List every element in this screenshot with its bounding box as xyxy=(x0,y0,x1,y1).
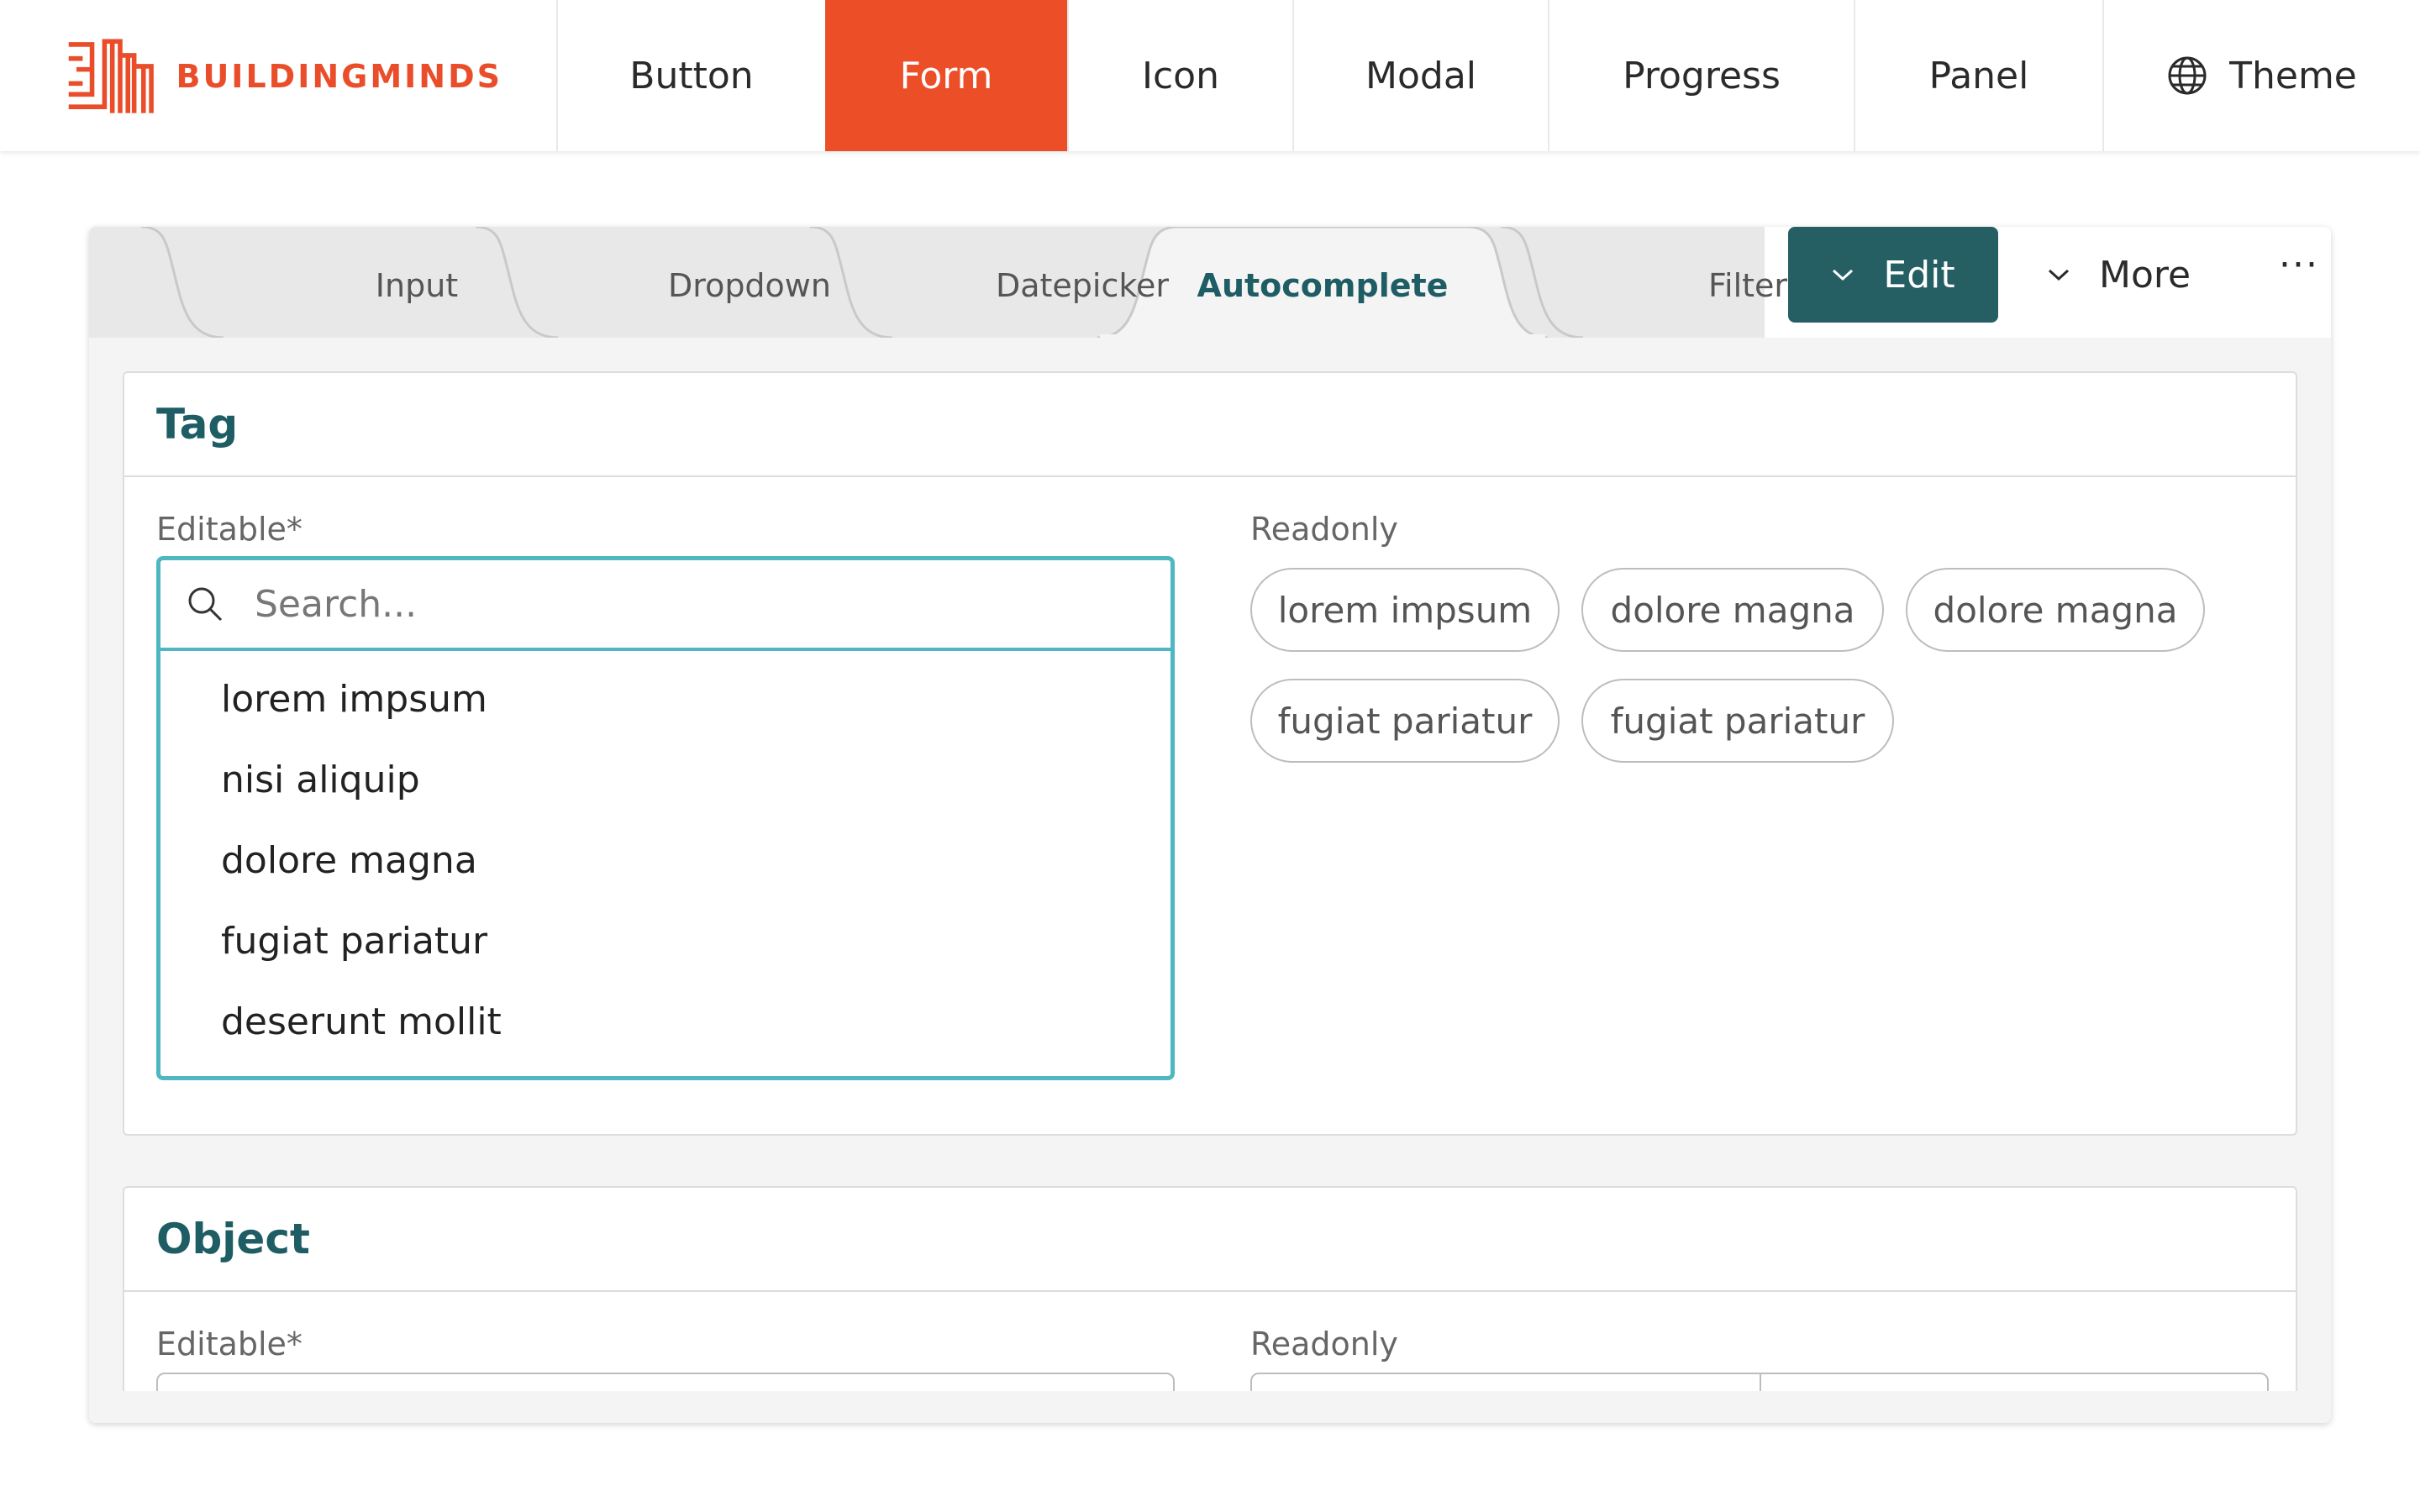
brand-name: BUILDINGMINDS xyxy=(176,58,502,95)
nav-item-panel[interactable]: Panel xyxy=(1854,0,2102,151)
nav-item-theme-label: Theme xyxy=(2229,54,2357,97)
readonly-label: Readonly xyxy=(1250,511,1398,548)
readonly-chip: dolore magna xyxy=(1581,568,1884,652)
form-card: Input Dropdown Datepicker Autocomplete F… xyxy=(89,227,2331,1423)
object-section-header: Object xyxy=(124,1188,2296,1292)
object-section: Object Editable* Readonly xyxy=(123,1186,2297,1423)
option-item[interactable]: deserunt mollit xyxy=(160,982,1171,1063)
object-section-title: Object xyxy=(156,1215,310,1263)
more-button-label: More xyxy=(2099,253,2191,297)
tab-input[interactable]: Input xyxy=(240,267,593,309)
search-input[interactable] xyxy=(255,582,1011,626)
brand-logo[interactable]: BUILDINGMINDS xyxy=(66,30,502,123)
readonly-label: Readonly xyxy=(1250,1326,1398,1362)
tab-dropdown[interactable]: Dropdown xyxy=(573,267,926,309)
nav-item-icon[interactable]: Icon xyxy=(1067,0,1292,151)
autocomplete-combobox: lorem impsum nisi aliquip dolore magna f… xyxy=(156,556,1175,1080)
top-navigation: BUILDINGMINDS Button Form Icon Modal Pro… xyxy=(0,0,2420,151)
tag-section: Tag Editable* Readonly lorem impsum nisi… xyxy=(123,371,2297,1136)
tag-section-title: Tag xyxy=(156,400,239,449)
nav-item-modal[interactable]: Modal xyxy=(1292,0,1548,151)
more-button[interactable]: More xyxy=(2047,227,2191,323)
nav-item-button[interactable]: Button xyxy=(556,0,825,151)
option-item[interactable]: dolore magna xyxy=(160,821,1171,901)
overflow-menu-icon[interactable]: ··· xyxy=(2279,244,2319,286)
autocomplete-search-bar[interactable] xyxy=(160,560,1171,651)
chevron-down-icon xyxy=(2048,269,2070,281)
form-tabbar: Input Dropdown Datepicker Autocomplete F… xyxy=(89,227,2331,338)
tab-autocomplete[interactable]: Autocomplete xyxy=(1144,267,1501,309)
readonly-chip: lorem impsum xyxy=(1250,568,1560,652)
option-item[interactable]: nisi aliquip xyxy=(160,740,1171,821)
editable-label: Editable* xyxy=(156,1326,302,1362)
option-item[interactable]: lorem impsum xyxy=(160,659,1171,740)
search-icon xyxy=(188,587,223,622)
edit-button-label: Edit xyxy=(1883,253,1955,297)
editable-label: Editable* xyxy=(156,511,302,548)
edit-button[interactable]: Edit xyxy=(1788,227,1998,323)
readonly-chip: dolore magna xyxy=(1906,568,2205,652)
chevron-down-icon xyxy=(1833,269,1854,281)
readonly-chip: fugiat pariatur xyxy=(1581,679,1894,763)
tag-section-header: Tag xyxy=(124,373,2296,477)
nav-item-form[interactable]: Form xyxy=(825,0,1067,151)
nav-item-theme[interactable]: Theme xyxy=(2102,0,2420,151)
buildingminds-logo-icon xyxy=(68,39,154,113)
autocomplete-options: lorem impsum nisi aliquip dolore magna f… xyxy=(160,651,1171,1063)
card-bottom-padding xyxy=(89,1391,2331,1423)
readonly-chip: fugiat pariatur xyxy=(1250,679,1560,763)
nav-item-progress[interactable]: Progress xyxy=(1548,0,1854,151)
globe-icon xyxy=(2168,56,2207,95)
option-item[interactable]: fugiat pariatur xyxy=(160,901,1171,982)
